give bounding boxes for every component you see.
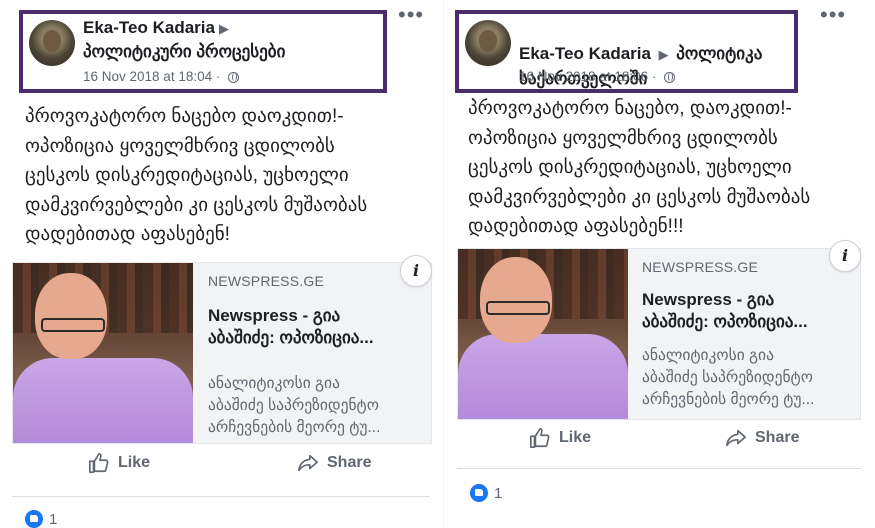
info-icon[interactable]: i xyxy=(829,240,861,272)
more-icon[interactable]: ••• xyxy=(398,4,424,26)
post-2: Eka-Teo Kadaria ▶ პოლიტიკა საქართველოში … xyxy=(444,0,875,527)
person-head xyxy=(480,257,552,343)
reactions-summary[interactable]: 1 xyxy=(25,510,57,528)
avatar[interactable] xyxy=(29,20,75,66)
glasses xyxy=(41,318,105,332)
reaction-count: 1 xyxy=(49,510,58,528)
post-header-highlight: Eka-Teo Kadaria ▶ პოლიტიკა საქართველოში … xyxy=(455,10,798,93)
arrow-right-icon: ▶ xyxy=(654,47,673,62)
share-button[interactable]: Share xyxy=(297,452,371,474)
like-button[interactable]: Like xyxy=(88,452,150,474)
reactions-summary[interactable]: 1 xyxy=(470,484,502,502)
share-label: Share xyxy=(327,454,372,471)
link-title[interactable]: Newspress - გია აბაშიძე: ოპოზიცია... xyxy=(208,305,374,349)
link-card[interactable]: NEWSPRESS.GE Newspress - გია აბაშიძე: ოპ… xyxy=(457,240,861,420)
group-name[interactable]: პოლიტიკური პროცესები xyxy=(83,42,285,62)
avatar[interactable] xyxy=(465,20,511,66)
post-1: Eka-Teo Kadaria ▶ პოლიტიკური პროცესები 16… xyxy=(0,0,443,528)
divider xyxy=(12,496,430,497)
link-text: NEWSPRESS.GE Newspress - გია აბაშიძე: ოპ… xyxy=(208,263,431,443)
reaction-count: 1 xyxy=(494,484,503,502)
author-line: Eka-Teo Kadaria ▶ პოლიტიკური პროცესები xyxy=(83,18,285,62)
author-name[interactable]: Eka-Teo Kadaria xyxy=(83,18,215,37)
like-label: Like xyxy=(118,454,151,471)
shirt xyxy=(458,334,628,419)
post-header-highlight: Eka-Teo Kadaria ▶ პოლიტიკური პროცესები 16… xyxy=(19,10,387,93)
link-card[interactable]: NEWSPRESS.GE Newspress - გია აბაშიძე: ოპ… xyxy=(12,255,432,444)
arrow-right-icon: ▶ xyxy=(218,21,229,36)
author-name[interactable]: Eka-Teo Kadaria xyxy=(519,44,651,63)
post-actions: Like Share xyxy=(457,427,859,461)
like-reaction-icon xyxy=(470,484,488,502)
globe-icon xyxy=(228,72,240,83)
post-meta: 16 Nov 2018 at 18:04 · xyxy=(83,69,240,84)
like-label: Like xyxy=(559,429,592,446)
link-thumbnail xyxy=(458,249,628,419)
post-text: პროვოკატორო ნაცებო დაოკდით!- ოპოზიცია ყო… xyxy=(25,106,368,245)
info-icon[interactable]: i xyxy=(400,255,432,287)
link-thumbnail xyxy=(13,263,193,443)
post-meta: 16 Nov 2018 at 18:06 · xyxy=(519,69,676,84)
post-actions: Like Share xyxy=(12,452,430,486)
separator-dot: · xyxy=(651,69,661,84)
more-icon[interactable]: ••• xyxy=(820,4,846,26)
share-icon xyxy=(726,429,746,447)
timestamp[interactable]: 16 Nov 2018 at 18:04 xyxy=(83,69,212,84)
timestamp[interactable]: 16 Nov 2018 at 18:06 xyxy=(519,69,648,84)
link-domain: NEWSPRESS.GE xyxy=(642,259,758,275)
link-description: ანალიტიკოსი გია აბაშიძე საპრეზიდენტო არჩ… xyxy=(642,347,815,408)
thumbs-up-icon xyxy=(530,428,550,448)
link-description: ანალიტიკოსი გია აბაშიძე საპრეზიდენტო არჩ… xyxy=(208,375,381,436)
person-head xyxy=(35,273,107,359)
post-text: პროვოკატორო ნაცებო, დაოკდით!- ოპოზიცია ყ… xyxy=(468,98,811,237)
thumbs-up-icon xyxy=(89,453,109,473)
like-reaction-icon xyxy=(25,510,43,528)
shirt xyxy=(13,358,193,443)
separator-dot: · xyxy=(215,69,225,84)
share-icon xyxy=(298,454,318,472)
link-title[interactable]: Newspress - გია აბაშიძე: ოპოზიცია... xyxy=(642,289,808,333)
glasses xyxy=(486,301,550,315)
link-domain: NEWSPRESS.GE xyxy=(208,273,324,289)
divider xyxy=(457,468,861,469)
like-button[interactable]: Like xyxy=(529,427,591,449)
share-label: Share xyxy=(755,429,800,446)
share-button[interactable]: Share xyxy=(725,427,799,449)
globe-icon xyxy=(664,72,676,83)
link-text: NEWSPRESS.GE Newspress - გია აბაშიძე: ოპ… xyxy=(642,249,860,419)
